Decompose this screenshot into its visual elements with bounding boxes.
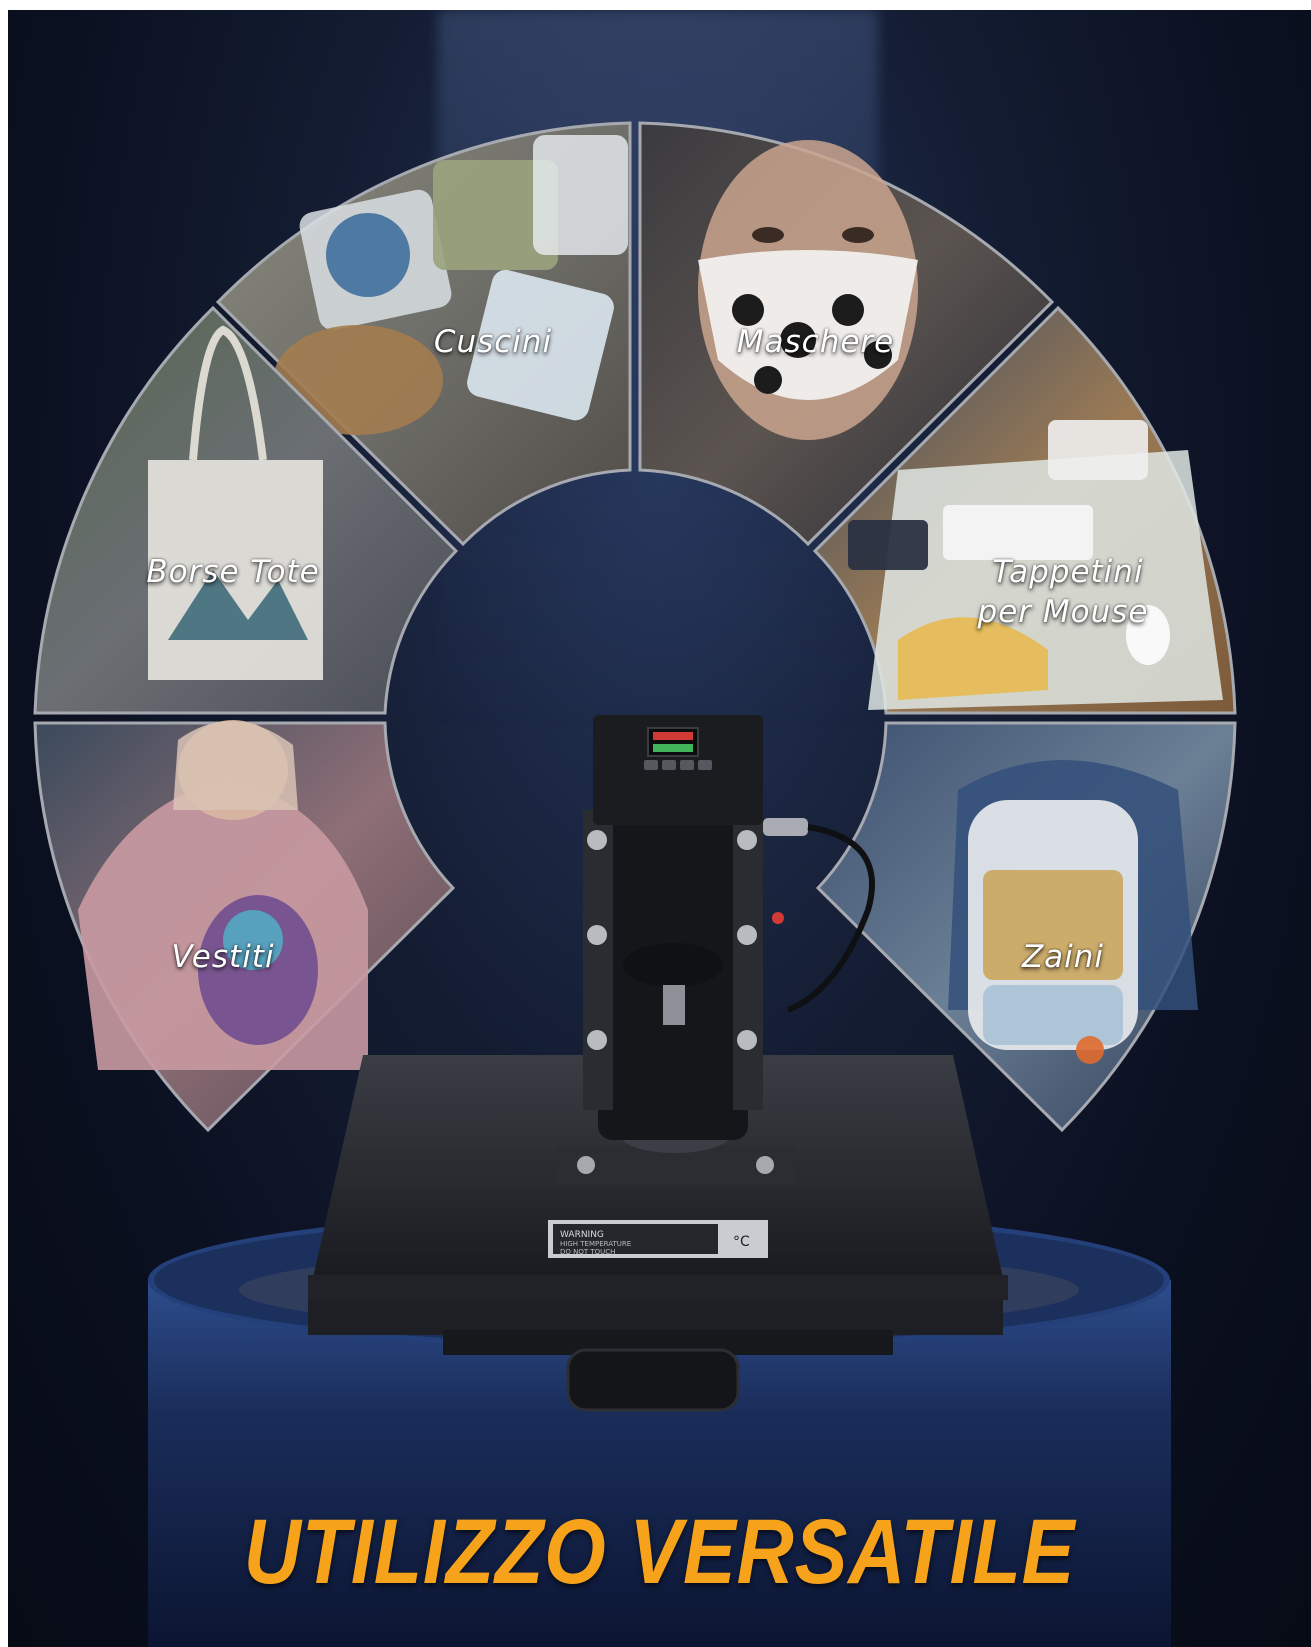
label-cuscini: Cuscini [433,324,553,360]
product-illustration: WARNING HIGH TEMPERATURE DO NOT TOUCH °C [33,121,1237,1647]
label-borse-tote: Borse Tote [146,554,320,590]
unit-badge: °C [733,1234,750,1250]
warning-line-2: DO NOT TOUCH [560,1248,615,1256]
poster-canvas: WARNING HIGH TEMPERATURE DO NOT TOUCH °C [8,10,1311,1647]
label-vestiti: Vestiti [171,939,275,975]
label-maschere: Maschere [736,324,895,360]
warning-line-1: HIGH TEMPERATURE [560,1240,631,1248]
label-tappetini-line1: Tappetini [992,554,1144,590]
label-tappetini-line2: per Mouse [977,594,1149,630]
warning-title: WARNING [560,1230,604,1240]
label-zaini: Zaini [1021,939,1105,975]
headline: UTILIZZO VERSATILE [243,1501,1076,1603]
